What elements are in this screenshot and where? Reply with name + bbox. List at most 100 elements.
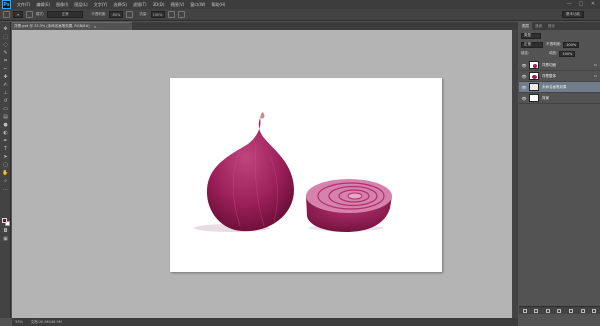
type-tool-icon[interactable]: T [2, 146, 9, 152]
marquee-tool-icon[interactable]: ⬚ [2, 34, 9, 40]
menu-window[interactable]: 窗口(W) [190, 2, 205, 8]
lock-row: 锁定: 填充: 100% [521, 50, 598, 57]
eye-icon[interactable]: 👁 [521, 62, 527, 68]
brush-preset-icon[interactable] [3, 11, 10, 18]
eye-icon[interactable]: 👁 [521, 84, 527, 90]
photoshop-logo: Ps [2, 0, 11, 9]
layer-actions-bar [519, 306, 600, 314]
mode-label: 模式: [36, 12, 45, 16]
crop-tool-icon[interactable]: ⌗ [2, 58, 9, 64]
gradient-tool-icon[interactable]: ▤ [2, 114, 9, 120]
tab-paths[interactable]: 路径 [545, 22, 558, 30]
menu-help[interactable]: 帮助(H) [211, 2, 225, 8]
blend-mode-select[interactable]: 正常 [521, 41, 543, 48]
layer-opacity-input[interactable]: 100% [563, 41, 580, 48]
layer-kind-filter[interactable]: 类型 [521, 32, 541, 39]
lock-label: 锁定: [521, 51, 530, 55]
tab-close-icon[interactable]: × [94, 25, 97, 29]
pressure-size-icon[interactable] [177, 11, 185, 18]
layer-row[interactable]: 👁 洋葱整体 fx [519, 71, 600, 82]
layers-panel-tabs: 图层 通道 路径 [519, 22, 600, 30]
lasso-tool-icon[interactable]: ◌ [2, 42, 9, 48]
dodge-tool-icon[interactable]: ◐ [2, 130, 9, 136]
link-layers-icon[interactable] [522, 308, 527, 313]
history-brush-tool-icon[interactable]: ↺ [2, 98, 9, 104]
layer-row[interactable]: 👁 洋葱切面 fx [519, 60, 600, 71]
window-controls: — □ ✕ [566, 1, 596, 7]
eye-icon[interactable]: 👁 [521, 73, 527, 79]
options-bar: ▾ 模式: 正常 不透明度: 80% 流量: 100% 基本功能 [0, 9, 600, 21]
menu-type[interactable]: 文字(Y) [94, 2, 108, 8]
tab-channels[interactable]: 通道 [532, 22, 545, 30]
pressure-opacity-icon[interactable] [126, 11, 134, 18]
airbrush-icon[interactable] [167, 11, 175, 18]
maximize-button[interactable]: □ [578, 1, 584, 7]
eyedropper-tool-icon[interactable]: ⌐ [2, 66, 9, 72]
quick-select-tool-icon[interactable]: ✎ [2, 50, 9, 56]
minimize-button[interactable]: — [566, 1, 572, 7]
path-select-tool-icon[interactable]: ➤ [2, 154, 9, 160]
screen-mode-icon[interactable]: ▣ [2, 236, 9, 242]
add-mask-icon[interactable] [545, 308, 550, 313]
opacity-label: 不透明度: [91, 12, 107, 16]
photoshop-window: Ps 文件(F) 编辑(E) 图像(I) 图层(L) 文字(Y) 选择(S) 滤… [0, 0, 600, 326]
shape-tool-icon[interactable]: ▢ [2, 162, 9, 168]
opacity-input[interactable]: 80% [109, 11, 124, 18]
layer-row[interactable]: 👁 背景 [519, 93, 600, 104]
layer-name: 背景 [542, 95, 549, 100]
healing-brush-tool-icon[interactable]: ✚ [2, 74, 9, 80]
layer-opacity-label: 不透明度: [546, 42, 562, 46]
flow-input[interactable]: 100% [150, 11, 165, 18]
document-tab[interactable]: 洋葱.psd @ 33.3% (未命名画笔效果, RGB/8#) × [12, 22, 132, 30]
menu-image[interactable]: 图像(I) [56, 2, 68, 8]
adjustment-layer-icon[interactable] [557, 308, 562, 313]
onion-artwork [194, 112, 392, 232]
zoom-tool-icon[interactable]: ⌕ [2, 178, 9, 184]
document-info[interactable]: 文档:20.6M/46.9M [31, 320, 62, 325]
layer-style-icon[interactable] [534, 308, 539, 313]
mode-select[interactable]: 正常 [47, 11, 84, 18]
document-canvas[interactable] [170, 78, 442, 272]
menu-layer[interactable]: 图层(L) [74, 2, 87, 8]
layer-thumbnail [529, 94, 539, 102]
more-tools-icon[interactable]: … [2, 186, 9, 192]
menu-view[interactable]: 视图(V) [170, 2, 184, 8]
brush-panel-icon[interactable] [26, 11, 33, 18]
layer-fx-badge[interactable]: fx [594, 74, 597, 78]
fill-label: 填充: [549, 51, 558, 55]
blur-tool-icon[interactable]: ● [2, 122, 9, 128]
menu-select[interactable]: 选择(S) [113, 2, 127, 8]
layer-fx-badge[interactable]: fx [594, 63, 597, 67]
layer-thumbnail [529, 83, 539, 91]
panel-dock-strip [512, 30, 518, 318]
fill-input[interactable]: 100% [559, 50, 576, 57]
move-tool-icon[interactable]: ✥ [2, 26, 9, 32]
new-layer-icon[interactable] [580, 308, 585, 313]
tab-layers[interactable]: 图层 [519, 22, 532, 30]
foreground-color-swatch[interactable] [2, 218, 7, 223]
new-group-icon[interactable] [569, 308, 574, 313]
menu-file[interactable]: 文件(F) [17, 2, 30, 8]
layer-name: 洋葱整体 [542, 73, 556, 78]
brush-size-picker[interactable]: ▾ [13, 11, 23, 18]
document-tab-title: 洋葱.psd @ 33.3% (未命名画笔效果, RGB/8#) [14, 24, 90, 28]
status-bar: 33% 文档:20.6M/46.9M [12, 318, 518, 326]
delete-layer-icon[interactable] [592, 308, 597, 313]
menu-3d[interactable]: 3D(D) [153, 2, 165, 7]
eraser-tool-icon[interactable]: ▭ [2, 106, 9, 112]
menu-filter[interactable]: 滤镜(T) [133, 2, 147, 8]
canvas-area[interactable] [12, 30, 518, 318]
eye-icon[interactable]: 👁 [521, 95, 527, 101]
menu-bar: Ps 文件(F) 编辑(E) 图像(I) 图层(L) 文字(Y) 选择(S) 滤… [0, 0, 600, 9]
blend-row: 正常 不透明度: 100% [521, 41, 598, 48]
workspace-select[interactable]: 基本功能 [562, 11, 584, 18]
hand-tool-icon[interactable]: ✋ [2, 170, 9, 176]
layer-row-active[interactable]: 👁 未命名画笔效果 [519, 82, 600, 93]
zoom-level[interactable]: 33% [15, 320, 23, 324]
brush-tool-icon[interactable]: ✍ [2, 82, 9, 88]
clone-stamp-tool-icon[interactable]: ⊥ [2, 90, 9, 96]
close-button[interactable]: ✕ [590, 1, 596, 7]
quick-mask-icon[interactable]: ◘ [2, 228, 9, 234]
pen-tool-icon[interactable]: ✒ [2, 138, 9, 144]
menu-edit[interactable]: 编辑(E) [36, 2, 50, 8]
